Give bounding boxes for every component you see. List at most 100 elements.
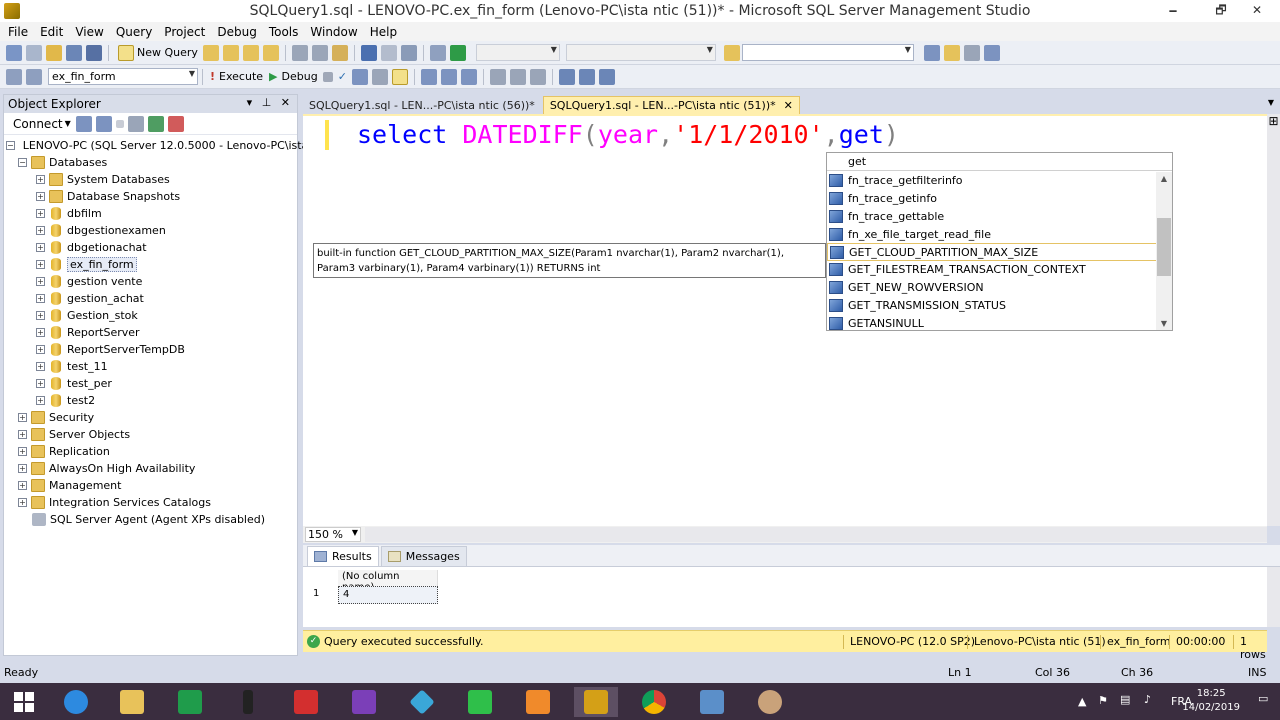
navigate-icon[interactable] [400,44,417,61]
taskbar-app[interactable] [284,687,328,717]
ssms-app-icon[interactable] [4,3,20,19]
menu-edit[interactable]: Edit [34,25,69,39]
registered-servers-icon[interactable] [943,44,960,61]
refresh-icon[interactable] [147,115,164,132]
indent-icon[interactable] [598,68,615,85]
object-explorer-icon[interactable] [923,44,940,61]
column-header[interactable]: (No column name) [338,570,438,593]
save-icon[interactable] [66,44,82,61]
tree-node-database-snapshots[interactable]: + Database Snapshots [4,188,297,205]
menu-view[interactable]: View [69,25,109,39]
database-selector[interactable]: ex_fin_form ▼ [48,68,198,85]
menu-window[interactable]: Window [304,25,363,39]
menu-debug[interactable]: Debug [211,25,262,39]
tree-node-database[interactable]: + test_per [4,375,297,392]
zoom-selector[interactable]: 150 % ▼ [305,527,361,542]
specify-values-icon[interactable] [391,68,408,85]
filter-icon[interactable] [127,115,144,132]
find-combo[interactable]: ▼ [741,44,914,61]
undo-icon[interactable] [360,44,377,61]
collapse-toggle-icon[interactable]: − [18,158,27,167]
debug-button[interactable]: ▶ Debug [269,70,318,83]
tree-node-database[interactable]: + dbgestionexamen [4,222,297,239]
tree-node-databases[interactable]: − Databases [4,154,297,171]
menu-file[interactable]: File [2,25,34,39]
expand-toggle-icon[interactable]: + [36,226,45,235]
analysis-query-icon[interactable] [222,44,239,61]
tree-node-database[interactable]: + test2 [4,392,297,409]
taskbar-app[interactable] [458,687,502,717]
save-all-icon[interactable] [86,44,102,61]
taskbar-store[interactable] [168,687,212,717]
tree-node-management[interactable]: + Management [4,477,297,494]
paste-icon[interactable] [331,44,348,61]
expand-toggle-icon[interactable]: + [36,345,45,354]
expand-toggle-icon[interactable]: + [36,260,45,269]
menu-project[interactable]: Project [158,25,211,39]
open-file-icon[interactable] [46,44,62,61]
tab-list-dropdown-icon[interactable]: ▼ [1268,98,1274,107]
expand-toggle-icon[interactable]: + [18,430,27,439]
change-connection-icon[interactable] [26,68,42,85]
restore-button[interactable]: 🗗 [1206,0,1236,22]
expand-toggle-icon[interactable]: + [36,328,45,337]
tree-node-security[interactable]: + Security [4,409,297,426]
editor-vertical-scrollbar[interactable]: ⊞ [1267,114,1280,526]
new-query-button[interactable]: New Query [116,44,198,61]
minimize-button[interactable]: 🗕 [1158,0,1188,22]
taskbar-paint[interactable] [748,687,792,717]
cancel-query-icon[interactable] [322,71,333,82]
find-in-files-icon[interactable] [723,44,740,61]
menu-help[interactable]: Help [364,25,403,39]
tab-results[interactable]: Results [307,546,379,566]
split-icon[interactable]: ⊞ [1267,114,1280,128]
expand-toggle-icon[interactable]: + [36,379,45,388]
tree-node-replication[interactable]: + Replication [4,443,297,460]
cut-icon[interactable] [291,44,308,61]
expand-toggle-icon[interactable]: + [36,396,45,405]
taskbar-app[interactable] [516,687,560,717]
expand-toggle-icon[interactable]: + [36,294,45,303]
disconnect-icon[interactable] [95,115,112,132]
result-cell[interactable]: 4 [338,586,438,604]
flag-icon[interactable]: ⚑ [1098,694,1108,707]
network-icon[interactable]: ▤ [1120,693,1130,706]
list-item[interactable]: fn_trace_getinfo [827,190,1157,208]
close-tab-icon[interactable]: ✕ [784,99,793,112]
expand-toggle-icon[interactable]: + [18,481,27,490]
tree-node-sql-agent[interactable]: SQL Server Agent (Agent XPs disabled) [4,511,297,528]
toolbox-icon[interactable] [983,44,1000,61]
tree-node-server[interactable]: − LENOVO-PC (SQL Server 12.0.5000 - Leno… [4,137,319,154]
expand-toggle-icon[interactable]: + [18,413,27,422]
expand-toggle-icon[interactable]: + [36,243,45,252]
display-plan-icon[interactable] [351,68,368,85]
volume-icon[interactable]: ♪ [1144,693,1151,706]
tree-node-server-objects[interactable]: + Server Objects [4,426,297,443]
tree-node-database[interactable]: + ReportServerTempDB [4,341,297,358]
uncomment-icon[interactable] [578,68,595,85]
add-item-icon[interactable] [26,44,42,61]
xmla-query-icon[interactable] [262,44,279,61]
properties-icon[interactable] [963,44,980,61]
execute-button[interactable]: ! Execute [210,70,263,83]
notifications-icon[interactable]: ▭ [1258,692,1268,705]
tree-node-database[interactable]: + gestion_achat [4,290,297,307]
expand-toggle-icon[interactable]: + [18,464,27,473]
panel-pin-close-icons[interactable]: ▾ ⊥ ✕ [247,96,293,109]
expand-toggle-icon[interactable]: + [36,311,45,320]
list-item[interactable]: fn_trace_gettable [827,208,1157,226]
results-to-text-icon[interactable] [489,68,506,85]
expand-toggle-icon[interactable]: + [36,192,45,201]
expand-toggle-icon[interactable]: + [36,209,45,218]
menu-tools[interactable]: Tools [263,25,305,39]
list-item[interactable]: fn_trace_getfilterinfo [827,172,1157,190]
live-stats-icon[interactable] [440,68,457,85]
comment-icon[interactable] [558,68,575,85]
parse-checkmark-icon[interactable]: ✓ [338,70,347,83]
tree-node-database[interactable]: + dbgetionachat [4,239,297,256]
taskbar-app[interactable] [226,687,270,717]
tree-node-database[interactable]: + Gestion_stok [4,307,297,324]
menu-query[interactable]: Query [110,25,158,39]
list-item[interactable]: GET_FILESTREAM_TRANSACTION_CONTEXT [827,261,1157,279]
list-item[interactable]: fn_xe_file_target_read_file [827,225,1157,243]
